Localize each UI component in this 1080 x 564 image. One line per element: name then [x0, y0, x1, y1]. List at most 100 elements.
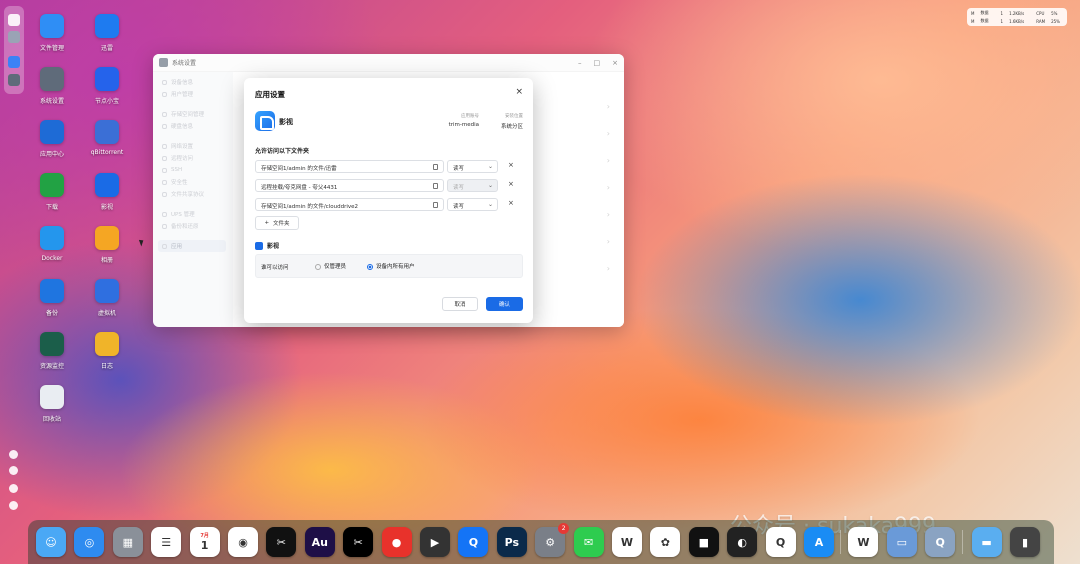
dock-app-store-icon[interactable]: A — [804, 527, 834, 557]
folder-path-field[interactable]: 存储空间1/admin 的文件/迅雷 — [255, 160, 444, 173]
status-cell: RAM — [1036, 18, 1046, 24]
mini-app-icon[interactable] — [8, 31, 20, 43]
mini-power-icon[interactable] — [9, 501, 18, 510]
mini-user-icon[interactable] — [9, 484, 18, 493]
dock-wps-icon[interactable]: W — [612, 527, 642, 557]
desktop-icon-download[interactable]: 下载 — [22, 173, 82, 211]
dialog-close-icon[interactable]: × — [515, 87, 523, 97]
dock-separator — [961, 530, 963, 554]
dock-glyph: ◎ — [84, 535, 95, 549]
store-icon — [40, 120, 64, 144]
confirm-button[interactable]: 确认 — [486, 297, 523, 311]
dock-chatgpt-icon[interactable]: ✿ — [650, 527, 681, 557]
mini-search-icon[interactable] — [9, 450, 18, 459]
mini-monitor-icon[interactable] — [8, 14, 20, 26]
desktop-icon-folder[interactable]: 文件管理 — [22, 14, 82, 52]
dock-red-app-icon[interactable]: ● — [381, 527, 412, 557]
desktop-icon-label: 应用中心 — [39, 151, 64, 158]
folder-icon — [40, 14, 64, 38]
folder-path-field[interactable]: 存储空间1/admin 的文件/clouddrive2 — [255, 198, 444, 211]
dock-qq-icon[interactable]: Q — [765, 527, 796, 557]
dock-settings-icon[interactable]: ⚙ 2 — [535, 523, 570, 557]
folder-path-field[interactable]: 远程挂载/夸克网盘 - 夸父4431 — [255, 179, 444, 192]
dock: ☺ ◎ ▦ ☰ 1 7月 ◉ ✂ Au ✂ ● ▶ Q Ps ⚙ 2 ✉ W ✿ ■ ◐ Q A W ▭ Q ▬ ▮ — [28, 520, 1054, 564]
cancel-button[interactable]: 取消 — [442, 297, 478, 311]
mini-bell-icon[interactable] — [9, 466, 18, 475]
folder-row: 存储空间1/admin 的文件/clouddrive2 读写 ⌄ × — [255, 198, 523, 211]
app-id-block: 应用账号 trim-media — [449, 113, 479, 128]
desktop-icon-docker[interactable]: Docker — [22, 226, 82, 262]
dock-obs-icon[interactable]: ◐ — [727, 527, 758, 557]
desktop-icon-log[interactable]: 日志 — [77, 332, 137, 370]
permission-select[interactable]: 读写 ⌄ — [447, 160, 498, 173]
folder-row: 远程挂载/夸克网盘 - 夸父4431 读写 ⌄ × — [255, 179, 523, 192]
desktop-icon-label: 日志 — [100, 363, 113, 370]
mouse-cursor-icon — [138, 238, 146, 247]
desktop-icon-backup[interactable]: 备份 — [22, 279, 82, 317]
dock-capcut-alt-icon[interactable]: ✂ — [343, 527, 374, 557]
desktop-icon-gear[interactable]: 系统设置 — [22, 67, 82, 105]
dock-final-cut-icon[interactable]: ▶ — [420, 527, 450, 557]
dock-separator — [840, 530, 842, 554]
dock-quicktime-icon[interactable]: Q — [925, 527, 956, 557]
dock-capcut-icon[interactable]: ✂ — [266, 527, 297, 557]
desktop-icon-node[interactable]: 节点小宝 — [77, 67, 137, 105]
app-id-label: 应用账号 — [461, 114, 479, 119]
desktop-icon-label: 资源监控 — [39, 363, 64, 370]
desktop-icon-label: 虚拟机 — [97, 310, 116, 317]
dock-quik-icon[interactable]: Q — [458, 527, 489, 557]
copy-path-icon[interactable] — [433, 164, 438, 170]
status-cell: 1 — [1000, 18, 1004, 24]
app-info-row: 影视 应用账号 trim-media 安装位置 系统分区 — [255, 111, 523, 133]
dock-glyph: ☰ — [161, 535, 172, 549]
calendar-month: 7月 — [200, 533, 209, 539]
dock-wechat-icon[interactable]: ✉ — [573, 527, 604, 557]
desktop-icon-label: 下载 — [45, 204, 58, 211]
desktop-icon-media[interactable]: 影视 — [77, 173, 137, 211]
dock-finder-icon[interactable]: ☺ — [36, 527, 66, 557]
mini-gear-icon[interactable] — [8, 74, 20, 86]
dock-reminders-icon[interactable]: ☰ — [151, 527, 182, 557]
dock-glyph: W — [620, 535, 634, 549]
dock-wps-2-icon[interactable]: W — [848, 527, 879, 557]
desktop-icon-trash[interactable]: 回收站 — [22, 385, 82, 423]
dock-audition-icon[interactable]: Au — [304, 527, 335, 557]
desktop-icon-label: 回收站 — [42, 416, 61, 423]
add-folder-button[interactable]: + 文件夹 — [255, 216, 299, 230]
permission-select[interactable]: 读写 ⌄ — [447, 198, 498, 211]
dock-glyph: Q — [935, 535, 945, 549]
app-settings-dialog: 应用设置 × 影视 应用账号 trim-media 安装位置 系统分区 允许访问… — [244, 78, 533, 323]
desktop-icon-thunder[interactable]: 迅雷 — [77, 14, 137, 52]
permission-value: 读写 — [453, 166, 465, 172]
remove-folder-icon[interactable]: × — [508, 180, 514, 188]
perm-section-title: 影视 — [267, 243, 280, 250]
dock-recorder-icon[interactable]: ■ — [688, 527, 719, 557]
desktop-icon-store[interactable]: 应用中心 — [22, 120, 82, 158]
dock-photoshop-icon[interactable]: Ps — [496, 527, 527, 557]
remove-folder-icon[interactable]: × — [508, 161, 514, 169]
remove-folder-icon[interactable]: × — [508, 199, 514, 207]
dock-safari-icon[interactable]: ◎ — [74, 527, 105, 557]
dock-launchpad-icon[interactable]: ▦ — [112, 527, 143, 557]
desktop-icon-vm[interactable]: 虚拟机 — [77, 279, 137, 317]
dock-chrome-icon[interactable]: ◉ — [228, 527, 258, 557]
dock-glyph: ⚙ — [545, 535, 556, 549]
desktop-icon-photos[interactable]: 相册 — [77, 226, 137, 264]
desktop-icon-qbittorrent[interactable]: qBittorrent — [77, 120, 137, 156]
copy-path-icon[interactable] — [433, 183, 438, 189]
radio-admins-only[interactable]: 仅管理员 — [315, 262, 346, 270]
copy-path-icon[interactable] — [433, 202, 438, 208]
mini-window-icon[interactable] — [8, 56, 20, 68]
dock-preview-icon[interactable]: ▭ — [886, 527, 917, 557]
dock-glyph: ✉ — [583, 535, 594, 549]
dock-folder-icon[interactable]: ▬ — [971, 527, 1002, 557]
dock-calendar-icon[interactable]: 1 7月 — [189, 527, 220, 557]
dock-trash-icon[interactable]: ▮ — [1010, 527, 1040, 557]
desktop-icon-label: 迅雷 — [100, 45, 113, 52]
node-icon — [95, 67, 119, 91]
desktop-icon-label: 影视 — [100, 204, 113, 211]
radio-all-users[interactable]: 设备内所有用户 — [367, 262, 415, 270]
dock-glyph: ▭ — [896, 535, 907, 549]
desktop-icon-monitor[interactable]: 资源监控 — [22, 332, 82, 370]
photos-icon — [95, 226, 119, 250]
